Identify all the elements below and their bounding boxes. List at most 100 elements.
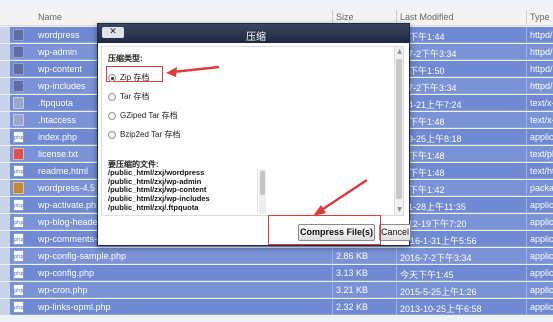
cancel-button[interactable]: Cancel (379, 224, 411, 241)
txt-icon (13, 148, 24, 160)
table-row[interactable]: wp-links-opml.php 2.32 KB 2013-10-25上午6:58… (0, 299, 553, 315)
row-select-checkbox[interactable] (0, 299, 10, 315)
file-modified: 今天下午1:45 (400, 270, 454, 280)
php-icon (13, 250, 24, 262)
list-item: /public_html/zxj/.ftpquota (108, 202, 199, 212)
file-type: applic (530, 251, 553, 261)
column-divider (526, 146, 527, 162)
row-select-checkbox[interactable] (0, 197, 10, 213)
row-select-checkbox[interactable] (0, 27, 10, 43)
row-select-checkbox[interactable] (0, 163, 10, 179)
file-name[interactable]: wp-config.php (38, 268, 94, 278)
php-icon (13, 165, 24, 177)
file-name[interactable]: wp-blog-heade (38, 217, 98, 227)
folder-icon (13, 63, 24, 75)
row-select-checkbox[interactable] (0, 129, 10, 145)
php-icon (13, 199, 24, 211)
scroll-up-icon[interactable]: ▲ (396, 48, 403, 56)
file-type: text/pl (530, 149, 553, 159)
dialog-body: 压缩类型: Zip 存档 Tar 存档 GZiped Tar 存档 Bzip2ed T… (101, 46, 404, 216)
compress-dialog: ✕ 压缩 压缩类型: Zip 存档 Tar 存档 GZiped Tar 存档 Bzip… (97, 23, 411, 246)
files-to-compress-list[interactable]: /public_html/zxj/wordpress/public_html/z… (108, 169, 258, 212)
row-select-checkbox[interactable] (0, 112, 10, 128)
file-modified: 2016-7-2下午3:34 (400, 253, 472, 263)
file-type: text/ht (530, 166, 553, 176)
table-row[interactable]: wp-config.php 3.13 KB 今天下午1:45 applic (0, 265, 553, 281)
column-divider (396, 10, 397, 24)
file-type: applic (530, 302, 553, 312)
row-select-checkbox[interactable] (0, 95, 10, 111)
column-divider (332, 10, 333, 24)
file-name[interactable]: wp-admin (38, 47, 77, 57)
row-select-checkbox[interactable] (0, 146, 10, 162)
files-list-scrollbar[interactable] (259, 169, 266, 214)
file-name[interactable]: license.txt (38, 149, 78, 159)
file-type: httpd/ (530, 81, 553, 91)
file-name[interactable]: wordpress-4.5 (38, 183, 95, 193)
file-size: 3.13 KB (336, 268, 369, 278)
row-select-checkbox[interactable] (0, 78, 10, 94)
file-name[interactable]: wp-includes (38, 81, 86, 91)
file-name[interactable]: wp-links-opml.php (38, 302, 111, 312)
file-type: applic (530, 268, 553, 278)
scroll-down-icon[interactable]: ▼ (396, 206, 403, 214)
column-divider (396, 248, 397, 264)
column-divider (526, 214, 527, 230)
file-icon (13, 97, 24, 109)
table-row[interactable]: wp-cron.php 3.21 KB 2015-5-25上午1:26 applic (0, 282, 553, 298)
file-name[interactable]: wp-activate.ph (38, 200, 96, 210)
column-divider (526, 44, 527, 60)
file-type: applic (530, 200, 553, 210)
file-modified: 2013-10-25上午6:58 (400, 304, 482, 314)
dialog-scrollbar[interactable]: ▲ ▼ (394, 47, 403, 215)
compression-option-radio[interactable] (108, 93, 116, 101)
dialog-title-bar: ✕ 压缩 (98, 24, 409, 43)
column-divider (396, 282, 397, 298)
file-type: text/x- (530, 98, 553, 108)
row-select-checkbox[interactable] (0, 231, 10, 247)
column-divider (396, 265, 397, 281)
column-divider (526, 129, 527, 145)
scrollbar-thumb[interactable] (260, 171, 265, 195)
column-type-header[interactable]: Type (530, 12, 550, 22)
column-size-header[interactable]: Size (336, 12, 354, 22)
file-type: applic (530, 132, 553, 142)
column-divider (332, 299, 333, 315)
file-name[interactable]: readme.html (38, 166, 88, 176)
compression-option-label[interactable]: Tar 存档 (120, 91, 149, 102)
compression-option-radio[interactable] (108, 131, 116, 139)
file-name[interactable]: .htaccess (38, 115, 76, 125)
column-name-header[interactable]: Name (38, 12, 62, 22)
row-select-checkbox[interactable] (0, 248, 10, 264)
close-icon[interactable]: ✕ (102, 27, 124, 38)
row-select-checkbox[interactable] (0, 61, 10, 77)
file-name[interactable]: wp-content (38, 64, 82, 74)
file-size: 3.21 KB (336, 285, 369, 295)
compression-option-radio[interactable] (108, 74, 116, 82)
compression-option-label[interactable]: Bzip2ed Tar 存档 (120, 129, 180, 140)
php-icon (13, 233, 24, 245)
column-divider (526, 95, 527, 111)
file-name[interactable]: wordpress (38, 30, 80, 40)
compression-option-label[interactable]: GZiped Tar 存档 (120, 110, 178, 121)
table-row[interactable]: wp-config-sample.php 2.86 KB 2016-7-2下午3:3… (0, 248, 553, 264)
folder-icon (13, 80, 24, 92)
row-select-checkbox[interactable] (0, 180, 10, 196)
row-select-checkbox[interactable] (0, 214, 10, 230)
compression-option-radio[interactable] (108, 112, 116, 120)
file-type: applic (530, 234, 553, 244)
file-name[interactable]: wp-config-sample.php (38, 251, 126, 261)
file-modified: 2015-5-25上午1:26 (400, 287, 477, 297)
file-name[interactable]: .ftpquota (38, 98, 73, 108)
php-icon (13, 284, 24, 296)
scrollbar-thumb[interactable] (396, 59, 402, 199)
file-name[interactable]: index.php (38, 132, 77, 142)
file-name[interactable]: wp-cron.php (38, 285, 88, 295)
compression-option-label[interactable]: Zip 存档 (120, 72, 149, 83)
column-modified-header[interactable]: Last Modified (400, 12, 454, 22)
php-icon (13, 301, 24, 313)
row-select-checkbox[interactable] (0, 44, 10, 60)
row-select-checkbox[interactable] (0, 265, 10, 281)
row-select-checkbox[interactable] (0, 282, 10, 298)
column-divider (526, 163, 527, 179)
